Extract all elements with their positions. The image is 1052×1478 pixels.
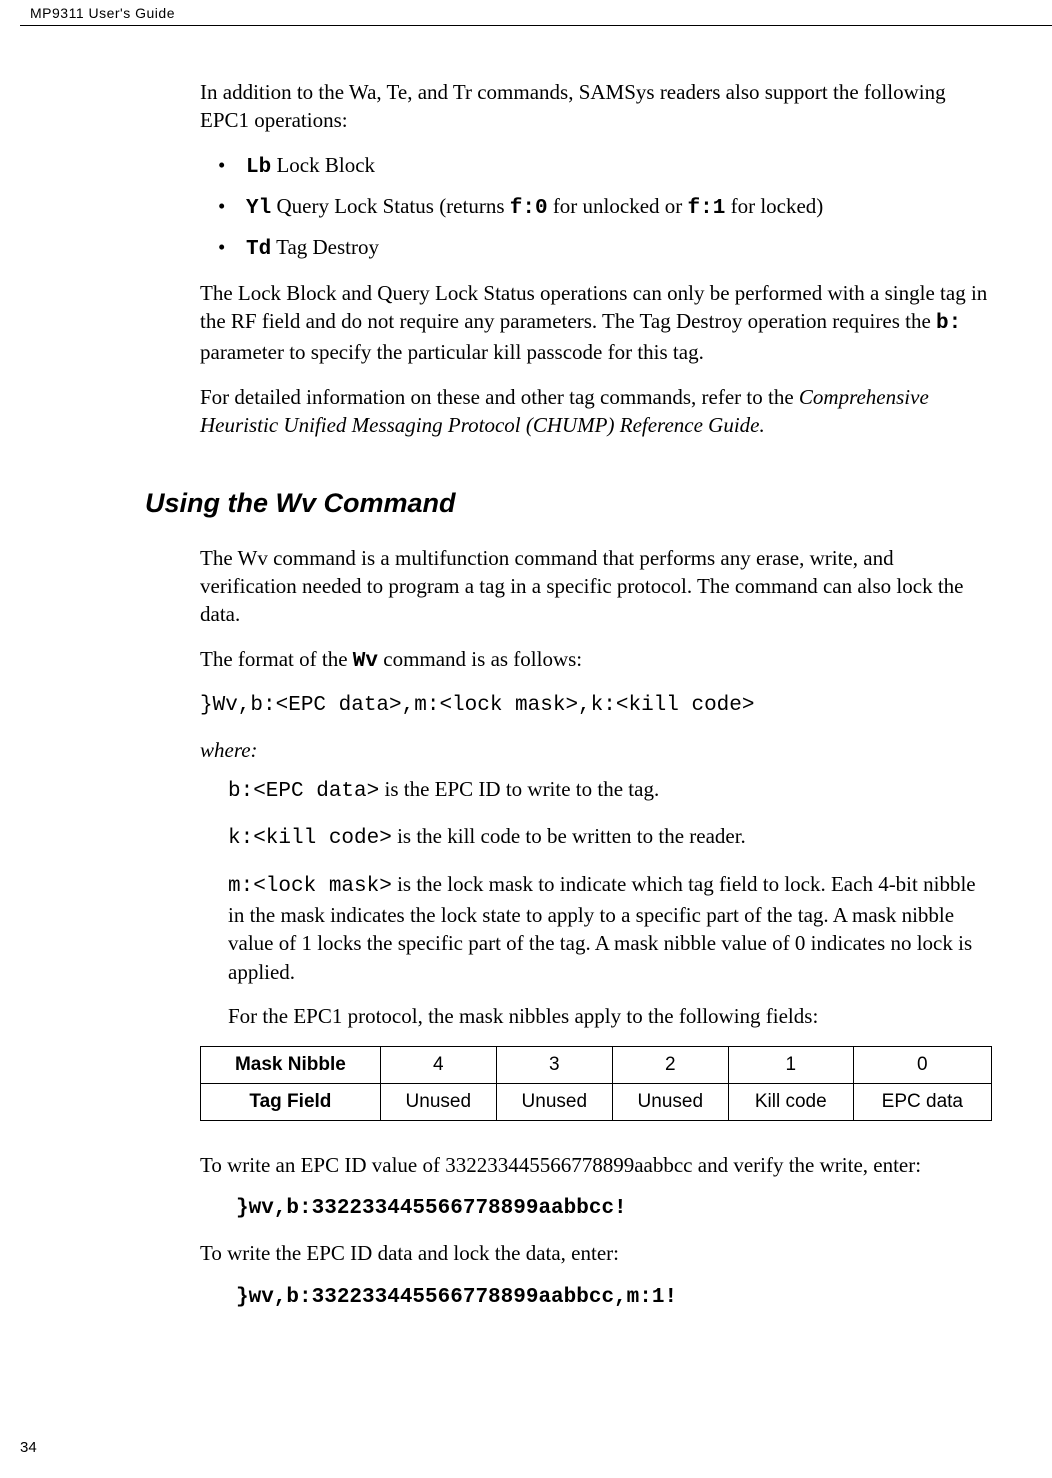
example2-command: }wv,b:332233445566778899aabbcc,m:1! [236,1284,992,1312]
body-paragraph: The format of the Wv command is as follo… [200,645,992,676]
section-heading: Using the Wv Command [145,485,992,521]
body-paragraph: The Wv command is a multifunction comman… [200,544,992,629]
text: command is as follows: [378,647,582,671]
nibble-intro: For the EPC1 protocol, the mask nibbles … [228,1002,992,1030]
table-cell: Unused [496,1083,612,1120]
where-k: k:<kill code> is the kill code to be wri… [228,822,992,853]
where-b: b:<EPC data> is the EPC ID to write to t… [228,775,992,806]
body-paragraph: For detailed information on these and ot… [200,383,992,440]
table-header: Tag Field [201,1083,381,1120]
table-cell: 0 [853,1047,991,1084]
list-item: Td Tag Destroy [218,233,992,264]
code-yl: Yl [246,197,271,220]
intro-paragraph: In addition to the Wa, Te, and Tr comman… [200,78,992,135]
list-item: Lb Lock Block [218,151,992,182]
code-td: Td [246,238,271,261]
table-header: Mask Nibble [201,1047,381,1084]
table-cell: Kill code [728,1083,853,1120]
table-cell: Unused [612,1083,728,1120]
table-row: Mask Nibble 4 3 2 1 0 [201,1047,992,1084]
text: he EPC1 protocol, the mask nibbles apply… [268,1004,818,1028]
running-header: MP9311 User's Guide [20,0,1052,26]
table-cell: 4 [380,1047,496,1084]
code: b:<EPC data> [228,780,379,803]
list-item: Yl Query Lock Status (returns f:0 for un… [218,192,992,223]
example1-command: }wv,b:332233445566778899aabbcc! [236,1195,992,1223]
code-wv: Wv [353,650,378,673]
where-label: where: [200,736,992,764]
code-lb: Lb [246,156,271,179]
text: Lock Block [271,153,375,177]
table-cell: EPC data [853,1083,991,1120]
text: Tag Destroy [271,235,379,259]
code: m:<lock mask> [228,875,392,898]
text: for unlocked or [548,194,688,218]
code-f0: f:0 [510,197,548,220]
page-number: 34 [20,1438,37,1458]
where-m: m:<lock mask> is the lock mask to indica… [228,870,992,986]
table-cell: 3 [496,1047,612,1084]
text: parameter to specify the particular kill… [200,340,704,364]
text: is the EPC ID to write to the tag. [379,777,659,801]
text: The Lock Block and Query Lock Status ope… [200,281,987,333]
format-line: }Wv,b:<EPC data>,m:<lock mask>,k:<kill c… [200,692,992,720]
code-b: b: [936,312,961,335]
example2-text: To write the EPC ID data and lock the da… [200,1239,992,1267]
table-row: Tag Field Unused Unused Unused Kill code… [201,1083,992,1120]
nibble-table: Mask Nibble 4 3 2 1 0 Tag Field Unused U… [200,1046,992,1120]
text: Query Lock Status (returns [271,194,510,218]
code-f1: f:1 [688,197,726,220]
text: is the kill code to be written to the re… [392,824,746,848]
text: For t [228,1004,268,1028]
table-cell: 2 [612,1047,728,1084]
body-paragraph: The Lock Block and Query Lock Status ope… [200,279,992,367]
example1-text: To write an EPC ID value of 332233445566… [200,1151,992,1179]
epc1-operations-list: Lb Lock Block Yl Query Lock Status (retu… [218,151,992,265]
code: k:<kill code> [228,827,392,850]
text: for locked) [725,194,823,218]
table-cell: 1 [728,1047,853,1084]
table-cell: Unused [380,1083,496,1120]
text: For detailed information on these and ot… [200,385,799,409]
text: The format of the [200,647,353,671]
